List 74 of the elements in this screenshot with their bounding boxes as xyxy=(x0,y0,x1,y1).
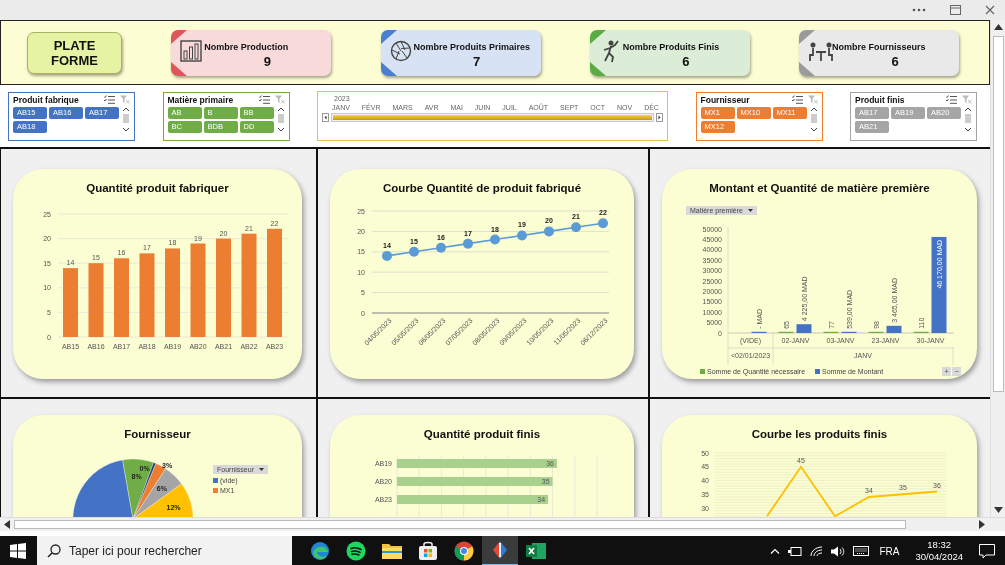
data-point xyxy=(463,238,473,249)
data-point xyxy=(598,218,608,229)
wave-logo-icon xyxy=(310,541,330,561)
notification-icon[interactable] xyxy=(979,543,995,559)
bar-chart-icon xyxy=(180,39,203,62)
kpi-value: 6 xyxy=(890,54,900,69)
data-point xyxy=(490,234,500,245)
chevron-up-icon[interactable] xyxy=(770,548,781,554)
horizontal-scrollbar[interactable] xyxy=(0,517,1005,531)
speaker-icon[interactable] xyxy=(831,545,846,557)
data-point xyxy=(544,226,554,237)
scroll-thumb[interactable] xyxy=(992,36,1004,392)
caret-icon xyxy=(258,468,264,471)
chart-title: Courbe Quantité de produit fabriqué xyxy=(382,182,582,194)
language-indicator[interactable]: FRA xyxy=(879,545,900,557)
bar xyxy=(886,325,901,333)
chart-title: Quantité produit fabriquer xyxy=(86,182,229,194)
chart-title: Montant et Quantité de matière première xyxy=(709,182,930,194)
search-field[interactable]: Taper ici pour rechercher xyxy=(37,536,292,565)
scroll-thumb[interactable] xyxy=(14,520,906,529)
app-icon xyxy=(490,540,510,560)
multi-select-icon[interactable] xyxy=(104,95,115,104)
kpi-label: Nombre Production xyxy=(203,41,290,52)
data-point xyxy=(409,246,419,257)
scroll-up-icon[interactable] xyxy=(993,24,1003,30)
data-point xyxy=(382,250,392,261)
multi-select-icon[interactable] xyxy=(258,95,270,104)
multi-select-icon[interactable] xyxy=(791,95,803,104)
kpi-label: Nombre Fournisseurs xyxy=(831,41,927,52)
scroll-right-icon[interactable] xyxy=(979,520,985,529)
multi-select-icon[interactable] xyxy=(946,95,957,104)
kpi-label: Nombre Produits Finis xyxy=(621,41,721,52)
scrollbar[interactable] xyxy=(122,106,130,133)
scroll-down-icon[interactable] xyxy=(993,507,1003,513)
chart-title: Courbe les produits finis xyxy=(751,428,888,440)
scrollbar[interactable] xyxy=(809,106,818,133)
slicer-title: Produit fabrique xyxy=(13,94,80,105)
data-point xyxy=(436,242,446,253)
color-wheel-icon xyxy=(454,541,474,561)
bar xyxy=(62,268,78,337)
close-icon[interactable] xyxy=(985,5,995,15)
search-icon xyxy=(47,544,61,558)
bar xyxy=(796,324,811,333)
keyboard-icon[interactable] xyxy=(853,546,870,556)
scrollbar[interactable] xyxy=(964,106,972,133)
aperture-icon xyxy=(389,39,412,62)
kpi-value: 7 xyxy=(471,54,482,69)
slicer-title: Fournisseur xyxy=(700,94,751,105)
kpi-value: 6 xyxy=(681,54,691,69)
more-icon[interactable] xyxy=(912,8,926,12)
data-point xyxy=(517,230,527,241)
taskbar-app[interactable] xyxy=(482,536,518,565)
platform-button[interactable]: PLATE FORME xyxy=(27,31,122,74)
kpi-label: Nombre Produits Primaires xyxy=(412,41,532,52)
folder-icon xyxy=(382,542,402,560)
wifi-icon[interactable] xyxy=(810,545,824,557)
vertical-scrollbar[interactable] xyxy=(990,20,1005,517)
clock-time[interactable]: 18:32 xyxy=(927,539,952,551)
scrollbar[interactable] xyxy=(276,106,285,133)
music-app-icon xyxy=(346,541,366,561)
battery-icon[interactable] xyxy=(788,546,803,556)
chart-title: Quantité produit finis xyxy=(423,428,541,440)
shopping-bag-icon xyxy=(418,541,438,561)
kpi-value: 9 xyxy=(262,54,272,69)
caret-icon xyxy=(747,209,753,212)
slicer-title: Produit finis xyxy=(855,94,906,105)
spreadsheet-icon xyxy=(526,542,546,560)
slicer-title: Matière primaire xyxy=(167,94,235,105)
clock-date[interactable]: 30/04/2024 xyxy=(915,551,963,563)
chart-title: Fournisseur xyxy=(124,428,191,440)
restore-icon[interactable] xyxy=(950,5,961,15)
data-point xyxy=(571,222,581,233)
windows-start-icon[interactable] xyxy=(10,543,26,559)
scroll-left-icon[interactable] xyxy=(4,520,10,529)
